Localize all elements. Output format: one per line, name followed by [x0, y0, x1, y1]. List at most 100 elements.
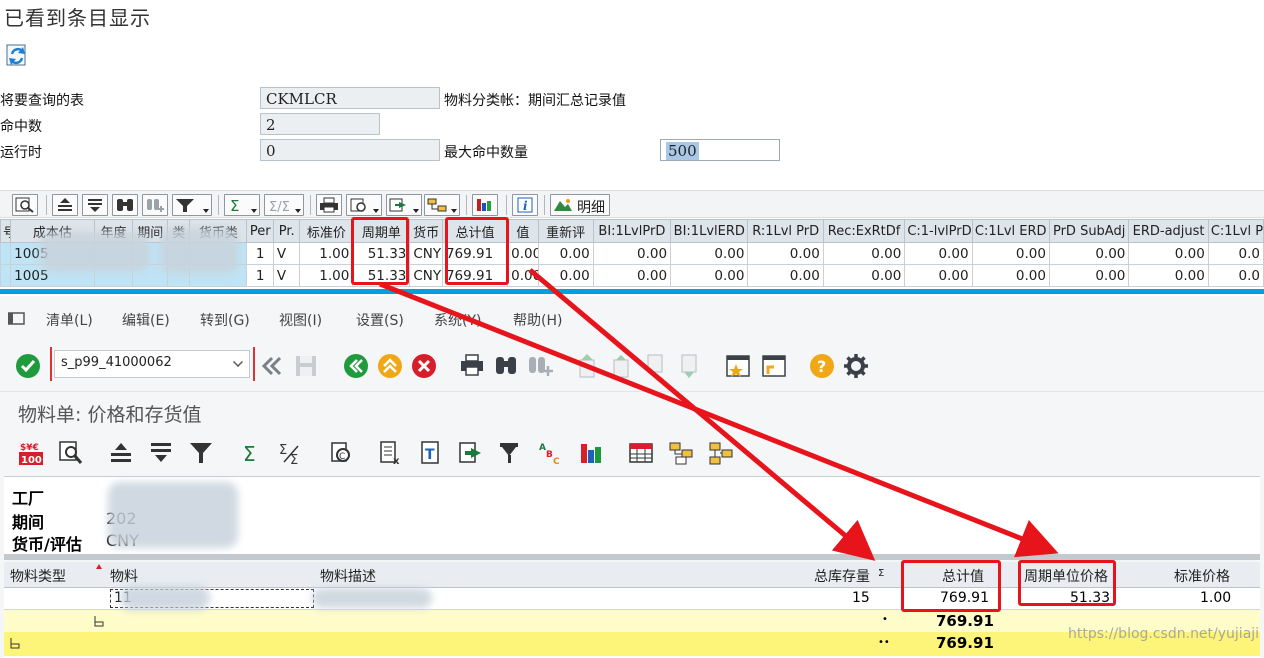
- col-header-material-type[interactable]: 物料类型: [10, 566, 66, 586]
- enter-check-icon[interactable]: [14, 352, 42, 380]
- printer-icon[interactable]: [458, 352, 486, 380]
- gear-icon[interactable]: [842, 352, 870, 380]
- filter-button[interactable]: [172, 194, 212, 216]
- last-page-icon[interactable]: [676, 352, 704, 380]
- abc-analysis-icon[interactable]: ABC: [538, 440, 564, 466]
- command-field[interactable]: s_p99_41000062: [54, 350, 250, 378]
- col-header[interactable]: ERD-adjust: [1128, 219, 1209, 243]
- find-next-icon[interactable]: [526, 352, 554, 380]
- menu-system[interactable]: 系统(Y): [434, 310, 481, 330]
- create-session-icon[interactable]: [724, 352, 752, 380]
- chevron-down-icon[interactable]: [233, 357, 243, 367]
- subtotal-button[interactable]: Σ/Σ: [264, 194, 304, 216]
- watermark: https://blog.csdn.net/yujiaji: [1068, 626, 1260, 642]
- menu-goto[interactable]: 转到(G): [200, 310, 250, 330]
- graphic-button[interactable]: [472, 194, 498, 216]
- export-icon: [389, 198, 406, 212]
- menu-list[interactable]: 清单(L): [46, 310, 93, 330]
- col-header[interactable]: 值: [507, 219, 539, 243]
- col-header-standard-price[interactable]: 标准价格: [1174, 566, 1230, 586]
- double-left-icon[interactable]: [258, 352, 286, 380]
- export-button[interactable]: [386, 194, 422, 216]
- first-page-icon[interactable]: [574, 352, 602, 380]
- cell: CNY: [409, 264, 443, 287]
- col-header[interactable]: 重新评: [537, 219, 594, 243]
- col-header[interactable]: 货币: [409, 219, 443, 243]
- info-button[interactable]: i: [512, 194, 538, 216]
- binoculars-plus-icon: [147, 199, 164, 212]
- subtotal-value: 769.91: [936, 612, 994, 630]
- col-header[interactable]: C:1-lvlPrD: [904, 219, 973, 243]
- table-description: 物料分类帐：期间汇总记录值: [444, 93, 626, 109]
- col-header[interactable]: C:1Lvl ERD: [971, 219, 1050, 243]
- highlight-box-total-value: [445, 217, 509, 285]
- sort-ascending-icon[interactable]: [108, 440, 134, 466]
- menu-icon[interactable]: [8, 312, 26, 326]
- exit-icon[interactable]: [376, 352, 404, 380]
- menu-view[interactable]: 视图(I): [279, 310, 322, 330]
- find-button[interactable]: [112, 194, 138, 216]
- col-header[interactable]: PrD SubAdj: [1048, 219, 1130, 243]
- sort-ascending-button[interactable]: [52, 194, 78, 216]
- next-page-icon[interactable]: [642, 352, 670, 380]
- svg-text:x: x: [393, 456, 400, 466]
- col-header[interactable]: BI:1LvlPrD: [592, 219, 672, 243]
- menu-settings[interactable]: 设置(S): [356, 310, 404, 330]
- col-header-material[interactable]: 物料: [110, 566, 138, 586]
- filter-icon[interactable]: [188, 440, 214, 466]
- find-icon[interactable]: [492, 352, 520, 380]
- save-layout-icon[interactable]: [708, 440, 734, 466]
- subtotal-icon[interactable]: ΣΣ: [278, 440, 304, 466]
- export-icon[interactable]: [458, 440, 484, 466]
- mail-recipient-icon[interactable]: [498, 440, 524, 466]
- col-header[interactable]: Pr.: [272, 219, 301, 243]
- word-processing-icon[interactable]: T: [418, 440, 444, 466]
- choose-layout-icon[interactable]: [668, 440, 694, 466]
- cell: [0, 242, 12, 265]
- sum-icon[interactable]: Σ: [238, 440, 264, 466]
- previous-page-icon[interactable]: [608, 352, 636, 380]
- table-label: 将要查询的表: [0, 93, 84, 109]
- cell: 0.00: [971, 264, 1050, 287]
- mountain-icon: [554, 199, 572, 211]
- sort-descending-button[interactable]: [82, 194, 108, 216]
- shortcut-icon[interactable]: [760, 352, 788, 380]
- print-button[interactable]: [316, 194, 342, 216]
- refresh-icon[interactable]: [4, 42, 30, 68]
- col-header-total-stock[interactable]: 总库存量: [814, 566, 870, 586]
- col-header[interactable]: 标准价: [299, 219, 354, 243]
- detail-button[interactable]: 明细: [550, 194, 610, 216]
- spreadsheet-icon[interactable]: x: [378, 440, 404, 466]
- col-header[interactable]: Rec:ExRtDf: [822, 219, 906, 243]
- col-header[interactable]: BI:1LvlERD: [670, 219, 749, 243]
- sum-icon: Σ: [230, 197, 239, 213]
- sum-button[interactable]: Σ: [224, 194, 260, 216]
- subtotal-node-icon: [94, 616, 104, 627]
- currency-icon[interactable]: $¥€ 100: [18, 440, 44, 466]
- menu-help[interactable]: 帮助(H): [513, 310, 562, 330]
- find-next-button[interactable]: [142, 194, 168, 216]
- layout-button[interactable]: [424, 194, 460, 216]
- print-preview-icon: [350, 198, 366, 212]
- menu-edit[interactable]: 编辑(E): [122, 310, 170, 330]
- help-icon[interactable]: ?: [808, 352, 836, 380]
- cell: 1.00: [299, 264, 354, 287]
- save-icon[interactable]: [292, 352, 320, 380]
- max-hits-input[interactable]: 500: [660, 139, 780, 161]
- chart-icon[interactable]: [578, 440, 604, 466]
- col-header[interactable]: C:1Lvl P: [1207, 219, 1264, 243]
- sort-descending-icon[interactable]: [148, 440, 174, 466]
- print-preview-icon[interactable]: C: [328, 440, 354, 466]
- cancel-icon[interactable]: [410, 352, 438, 380]
- col-header[interactable]: Per: [246, 219, 274, 243]
- col-header[interactable]: R:1Lvl PrD: [747, 219, 824, 243]
- details-button[interactable]: [12, 194, 38, 216]
- layout-grid-icon[interactable]: [628, 440, 654, 466]
- highlight-box-total-value-result: [901, 560, 1001, 612]
- col-header-material-description[interactable]: 物料描述: [320, 566, 376, 586]
- details-icon[interactable]: [58, 440, 84, 466]
- application-toolbar: $¥€ 100 Σ ΣΣ C x T ABC: [0, 436, 1264, 472]
- back-icon[interactable]: [342, 352, 370, 380]
- col-header[interactable]: 号: [0, 219, 12, 243]
- views-button[interactable]: [346, 194, 382, 216]
